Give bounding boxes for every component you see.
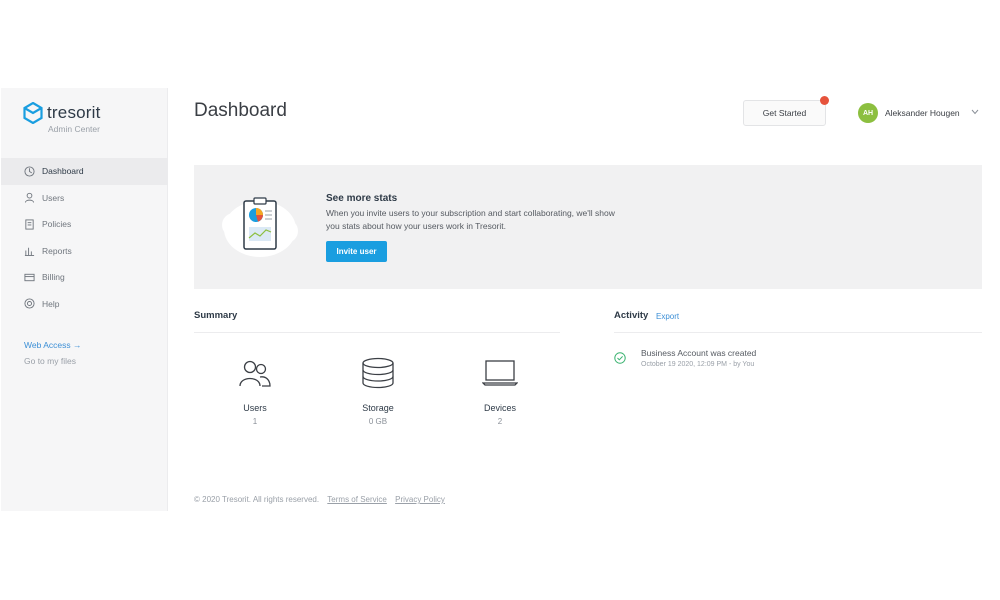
sidebar-item-users[interactable]: Users: [1, 185, 168, 212]
app-shell: tresorit Admin Center Dashboard Users Po…: [0, 88, 1000, 511]
sidebar-item-label: Billing: [42, 272, 65, 283]
get-started-button[interactable]: Get Started: [743, 100, 826, 126]
copyright-text: © 2020 Tresorit. All rights reserved.: [194, 495, 320, 504]
summary-label: Devices: [483, 403, 516, 413]
stats-banner: See more stats When you invite users to …: [194, 165, 982, 289]
avatar[interactable]: AH: [858, 103, 878, 123]
credit-card-icon: [23, 271, 35, 283]
user-menu-name[interactable]: Aleksander Hougen: [885, 108, 960, 118]
chevron-down-icon[interactable]: [971, 109, 979, 115]
sidebar: tresorit Admin Center Dashboard Users Po…: [1, 88, 168, 511]
stats-description: When you invite users to your subscripti…: [326, 208, 615, 231]
sidebar-item-help[interactable]: Help: [1, 291, 168, 318]
page-title: Dashboard: [194, 100, 287, 121]
terms-link[interactable]: Terms of Service: [327, 495, 387, 504]
sidebar-item-label: Dashboard: [42, 166, 84, 177]
sidebar-item-policies[interactable]: Policies: [1, 211, 168, 238]
sidebar-item-label: Reports: [42, 245, 72, 256]
stats-title: See more stats: [326, 193, 398, 204]
activity-entry-text: Business Account was created: [641, 348, 757, 358]
user-icon: [23, 192, 35, 204]
laptop-icon: [460, 356, 540, 390]
activity-divider: [614, 332, 982, 333]
activity-title: Activity: [614, 310, 649, 321]
summary-divider: [194, 332, 560, 333]
summary-label: Users: [243, 403, 267, 413]
footer: © 2020 Tresorit. All rights reserved. Te…: [194, 495, 445, 504]
bar-chart-icon: [23, 245, 35, 257]
sidebar-item-label: Help: [42, 298, 60, 309]
sidebar-item-label: Policies: [42, 219, 72, 230]
notification-dot: [820, 96, 829, 105]
privacy-link[interactable]: Privacy Policy: [395, 495, 445, 504]
summary-value: 1: [252, 417, 258, 426]
summary-title: Summary: [194, 310, 238, 321]
invite-user-button[interactable]: Invite user: [326, 241, 387, 262]
sidebar-item-reports[interactable]: Reports: [1, 238, 168, 265]
users-icon: [215, 356, 295, 390]
hexagon-logo-icon: [23, 102, 43, 124]
go-to-files-link[interactable]: Go to my files: [24, 356, 76, 366]
database-icon: [338, 356, 418, 390]
activity-entry-meta: October 19 2020, 12:09 PM - by You: [641, 361, 755, 368]
check-circle-icon: [614, 352, 626, 364]
sidebar-item-dashboard[interactable]: Dashboard: [1, 158, 168, 185]
summary-value: 0 GB: [368, 417, 388, 426]
export-link[interactable]: Export: [656, 312, 679, 321]
web-access-link[interactable]: Web Access →: [24, 340, 81, 350]
brand-name: tresorit: [47, 103, 101, 122]
lifebuoy-icon: [23, 298, 35, 310]
clipboard-stats-illustration-icon: [222, 197, 298, 257]
summary-value: 2: [497, 417, 503, 426]
sidebar-nav: Dashboard Users Policies Reports Billing…: [1, 158, 168, 317]
brand-subtitle: Admin Center: [48, 124, 100, 134]
tresorit-logo[interactable]: tresorit Admin Center: [23, 102, 143, 136]
sidebar-item-billing[interactable]: Billing: [1, 264, 168, 291]
dashboard-icon: [23, 165, 35, 177]
sidebar-item-label: Users: [42, 192, 65, 203]
summary-users: Users 1: [215, 356, 295, 426]
document-icon: [23, 218, 35, 230]
summary-label: Storage: [362, 403, 394, 413]
summary-storage: Storage 0 GB: [338, 356, 418, 426]
summary-devices: Devices 2: [460, 356, 540, 426]
